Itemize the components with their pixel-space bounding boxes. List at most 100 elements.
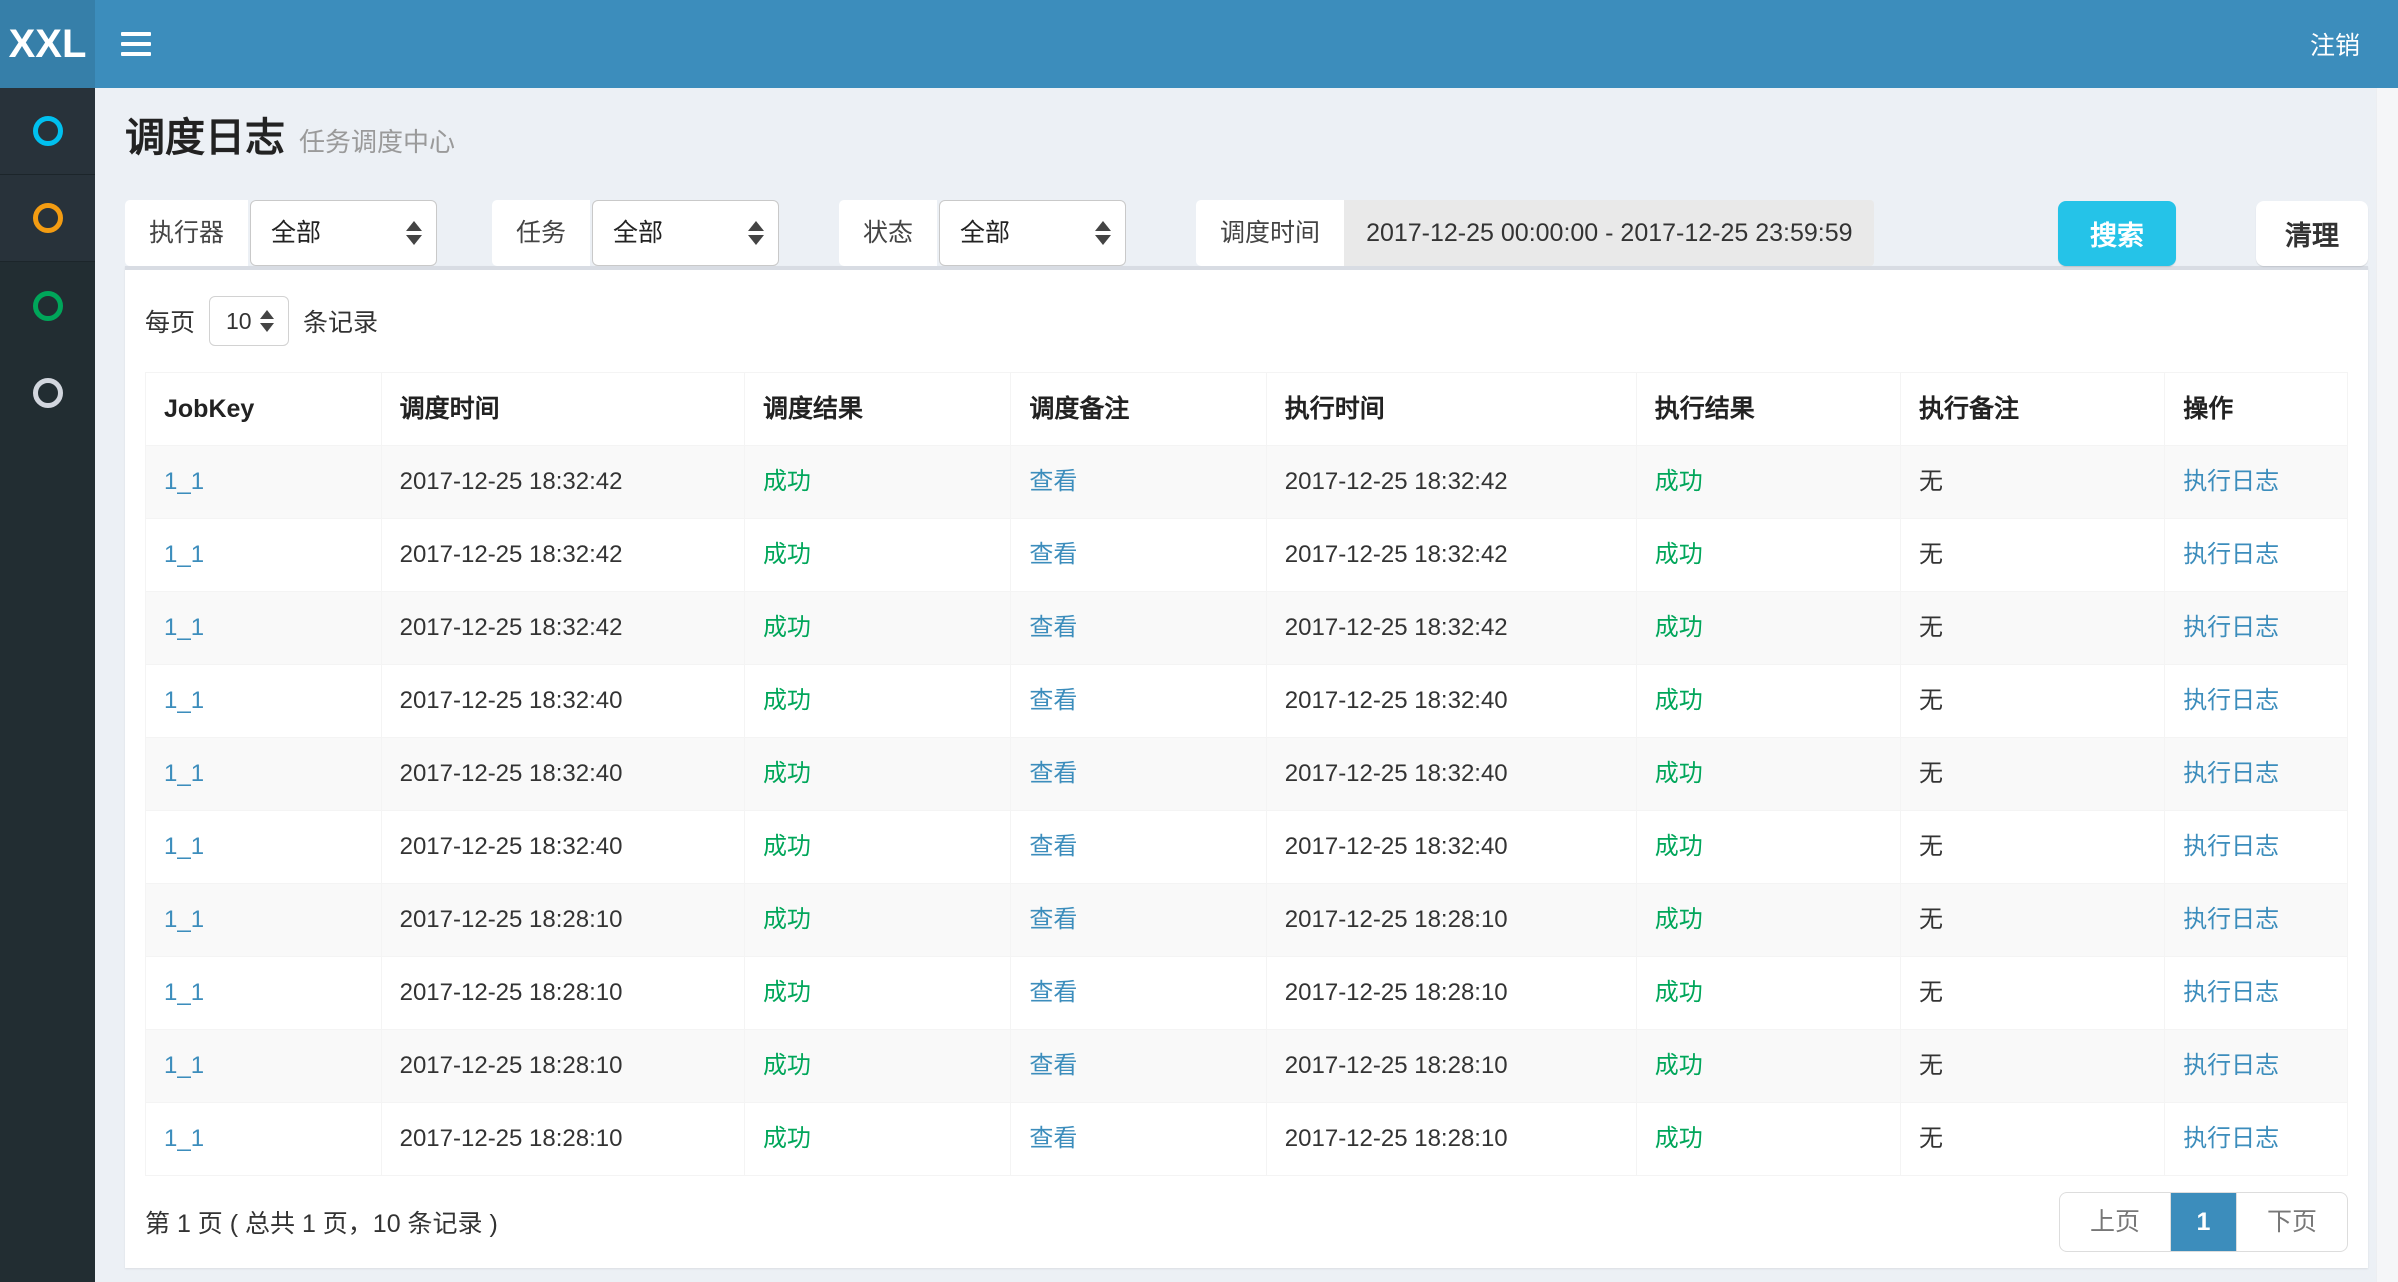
handle-msg: 无 bbox=[1900, 1103, 2164, 1176]
job-key-link[interactable]: 1_1 bbox=[146, 884, 382, 957]
trigger-msg-link[interactable]: 查看 bbox=[1011, 957, 1266, 1030]
execute-log-link[interactable]: 执行日志 bbox=[2165, 446, 2348, 519]
trigger-result: 成功 bbox=[744, 519, 1010, 592]
search-button[interactable]: 搜索 bbox=[2058, 201, 2176, 266]
page-size-select[interactable]: 10 bbox=[209, 296, 289, 346]
pagination-info: 第 1 页 ( 总共 1 页，10 条记录 ) bbox=[145, 1204, 498, 1240]
main-content: 调度日志任务调度中心 执行器 全部 任务 全部 状态 全部 调度时间 bbox=[95, 0, 2398, 1268]
job-key-link[interactable]: 1_1 bbox=[146, 957, 382, 1030]
trigger-msg-link[interactable]: 查看 bbox=[1011, 884, 1266, 957]
sidebar-item-3[interactable] bbox=[0, 262, 95, 349]
hamburger-icon bbox=[121, 52, 151, 56]
handle-time: 2017-12-25 18:28:10 bbox=[1266, 1103, 1636, 1176]
trigger-time: 2017-12-25 18:32:42 bbox=[381, 592, 744, 665]
logout-link[interactable]: 注销 bbox=[2310, 26, 2360, 62]
sidebar-item-1[interactable] bbox=[0, 88, 95, 175]
handle-msg: 无 bbox=[1900, 592, 2164, 665]
trigger-result: 成功 bbox=[744, 446, 1010, 519]
status-select[interactable]: 全部 bbox=[939, 200, 1126, 266]
job-key-link[interactable]: 1_1 bbox=[146, 519, 382, 592]
page-title: 调度日志 bbox=[125, 116, 285, 160]
execute-log-link[interactable]: 执行日志 bbox=[2165, 1030, 2348, 1103]
job-filter-label: 任务 bbox=[492, 200, 590, 266]
handle-time: 2017-12-25 18:32:40 bbox=[1266, 811, 1636, 884]
sidebar-item-4[interactable] bbox=[0, 349, 95, 436]
table-row: 1_12017-12-25 18:28:10成功查看2017-12-25 18:… bbox=[146, 957, 2348, 1030]
trigger-msg-link[interactable]: 查看 bbox=[1011, 1103, 1266, 1176]
executor-select[interactable]: 全部 bbox=[250, 200, 437, 266]
select-arrows-icon bbox=[1095, 221, 1111, 245]
current-page-button[interactable]: 1 bbox=[2171, 1193, 2237, 1251]
trigger-time: 2017-12-25 18:28:10 bbox=[381, 1103, 744, 1176]
trigger-msg-link[interactable]: 查看 bbox=[1011, 519, 1266, 592]
job-key-link[interactable]: 1_1 bbox=[146, 811, 382, 884]
trigger-result: 成功 bbox=[744, 738, 1010, 811]
execute-log-link[interactable]: 执行日志 bbox=[2165, 738, 2348, 811]
table-row: 1_12017-12-25 18:32:42成功查看2017-12-25 18:… bbox=[146, 592, 2348, 665]
job-key-link[interactable]: 1_1 bbox=[146, 665, 382, 738]
table-row: 1_12017-12-25 18:28:10成功查看2017-12-25 18:… bbox=[146, 884, 2348, 957]
job-key-link[interactable]: 1_1 bbox=[146, 1103, 382, 1176]
hamburger-icon bbox=[121, 32, 151, 36]
handle-time: 2017-12-25 18:32:42 bbox=[1266, 592, 1636, 665]
table-row: 1_12017-12-25 18:28:10成功查看2017-12-25 18:… bbox=[146, 1103, 2348, 1176]
column-header: JobKey bbox=[146, 373, 382, 446]
job-key-link[interactable]: 1_1 bbox=[146, 592, 382, 665]
execute-log-link[interactable]: 执行日志 bbox=[2165, 811, 2348, 884]
trigger-msg-link[interactable]: 查看 bbox=[1011, 1030, 1266, 1103]
circle-icon bbox=[33, 291, 63, 321]
trigger-msg-link[interactable]: 查看 bbox=[1011, 738, 1266, 811]
execute-log-link[interactable]: 执行日志 bbox=[2165, 1103, 2348, 1176]
trigger-time: 2017-12-25 18:32:40 bbox=[381, 811, 744, 884]
page-header: 调度日志任务调度中心 bbox=[125, 88, 2368, 164]
execute-log-link[interactable]: 执行日志 bbox=[2165, 957, 2348, 1030]
job-key-link[interactable]: 1_1 bbox=[146, 1030, 382, 1103]
trigger-msg-link[interactable]: 查看 bbox=[1011, 592, 1266, 665]
job-key-link[interactable]: 1_1 bbox=[146, 738, 382, 811]
circle-icon bbox=[33, 203, 63, 233]
execute-log-link[interactable]: 执行日志 bbox=[2165, 519, 2348, 592]
execute-log-link[interactable]: 执行日志 bbox=[2165, 665, 2348, 738]
job-filter-group: 任务 全部 bbox=[492, 200, 779, 266]
trigger-result: 成功 bbox=[744, 1030, 1010, 1103]
top-navbar: XXL 注销 bbox=[0, 0, 2398, 88]
log-table: JobKey调度时间调度结果调度备注执行时间执行结果执行备注操作 1_12017… bbox=[145, 372, 2348, 1176]
execute-log-link[interactable]: 执行日志 bbox=[2165, 884, 2348, 957]
sidebar-toggle-button[interactable] bbox=[121, 14, 181, 74]
handle-result: 成功 bbox=[1636, 592, 1900, 665]
trigger-time-range-input[interactable]: 2017-12-25 00:00:00 - 2017-12-25 23:59:5… bbox=[1344, 200, 1874, 266]
job-key-link[interactable]: 1_1 bbox=[146, 446, 382, 519]
navbar: 注销 bbox=[95, 0, 2398, 88]
page-size-prefix-label: 每页 bbox=[145, 303, 195, 339]
page-size-row: 每页 10 条记录 bbox=[145, 296, 2348, 346]
app-logo[interactable]: XXL bbox=[0, 0, 95, 88]
handle-time: 2017-12-25 18:32:42 bbox=[1266, 519, 1636, 592]
trigger-time: 2017-12-25 18:32:42 bbox=[381, 446, 744, 519]
sidebar-item-2[interactable] bbox=[0, 175, 95, 262]
sidebar bbox=[0, 88, 95, 1282]
clear-log-button[interactable]: 清理 bbox=[2256, 201, 2368, 266]
trigger-msg-link[interactable]: 查看 bbox=[1011, 665, 1266, 738]
trigger-result: 成功 bbox=[744, 957, 1010, 1030]
handle-msg: 无 bbox=[1900, 446, 2164, 519]
trigger-msg-link[interactable]: 查看 bbox=[1011, 446, 1266, 519]
handle-msg: 无 bbox=[1900, 1030, 2164, 1103]
select-arrows-icon bbox=[260, 310, 274, 332]
handle-time: 2017-12-25 18:28:10 bbox=[1266, 957, 1636, 1030]
prev-page-button[interactable]: 上页 bbox=[2060, 1193, 2171, 1251]
column-header: 执行结果 bbox=[1636, 373, 1900, 446]
trigger-msg-link[interactable]: 查看 bbox=[1011, 811, 1266, 884]
handle-msg: 无 bbox=[1900, 665, 2164, 738]
handle-result: 成功 bbox=[1636, 884, 1900, 957]
execute-log-link[interactable]: 执行日志 bbox=[2165, 592, 2348, 665]
scrollbar-track[interactable] bbox=[2376, 88, 2398, 1282]
job-select[interactable]: 全部 bbox=[592, 200, 779, 266]
next-page-button[interactable]: 下页 bbox=[2237, 1193, 2347, 1251]
table-row: 1_12017-12-25 18:32:40成功查看2017-12-25 18:… bbox=[146, 811, 2348, 884]
handle-result: 成功 bbox=[1636, 519, 1900, 592]
trigger-time: 2017-12-25 18:28:10 bbox=[381, 884, 744, 957]
table-row: 1_12017-12-25 18:32:40成功查看2017-12-25 18:… bbox=[146, 665, 2348, 738]
circle-icon bbox=[33, 378, 63, 408]
page-size-suffix-label: 条记录 bbox=[303, 303, 378, 339]
handle-time: 2017-12-25 18:32:40 bbox=[1266, 738, 1636, 811]
